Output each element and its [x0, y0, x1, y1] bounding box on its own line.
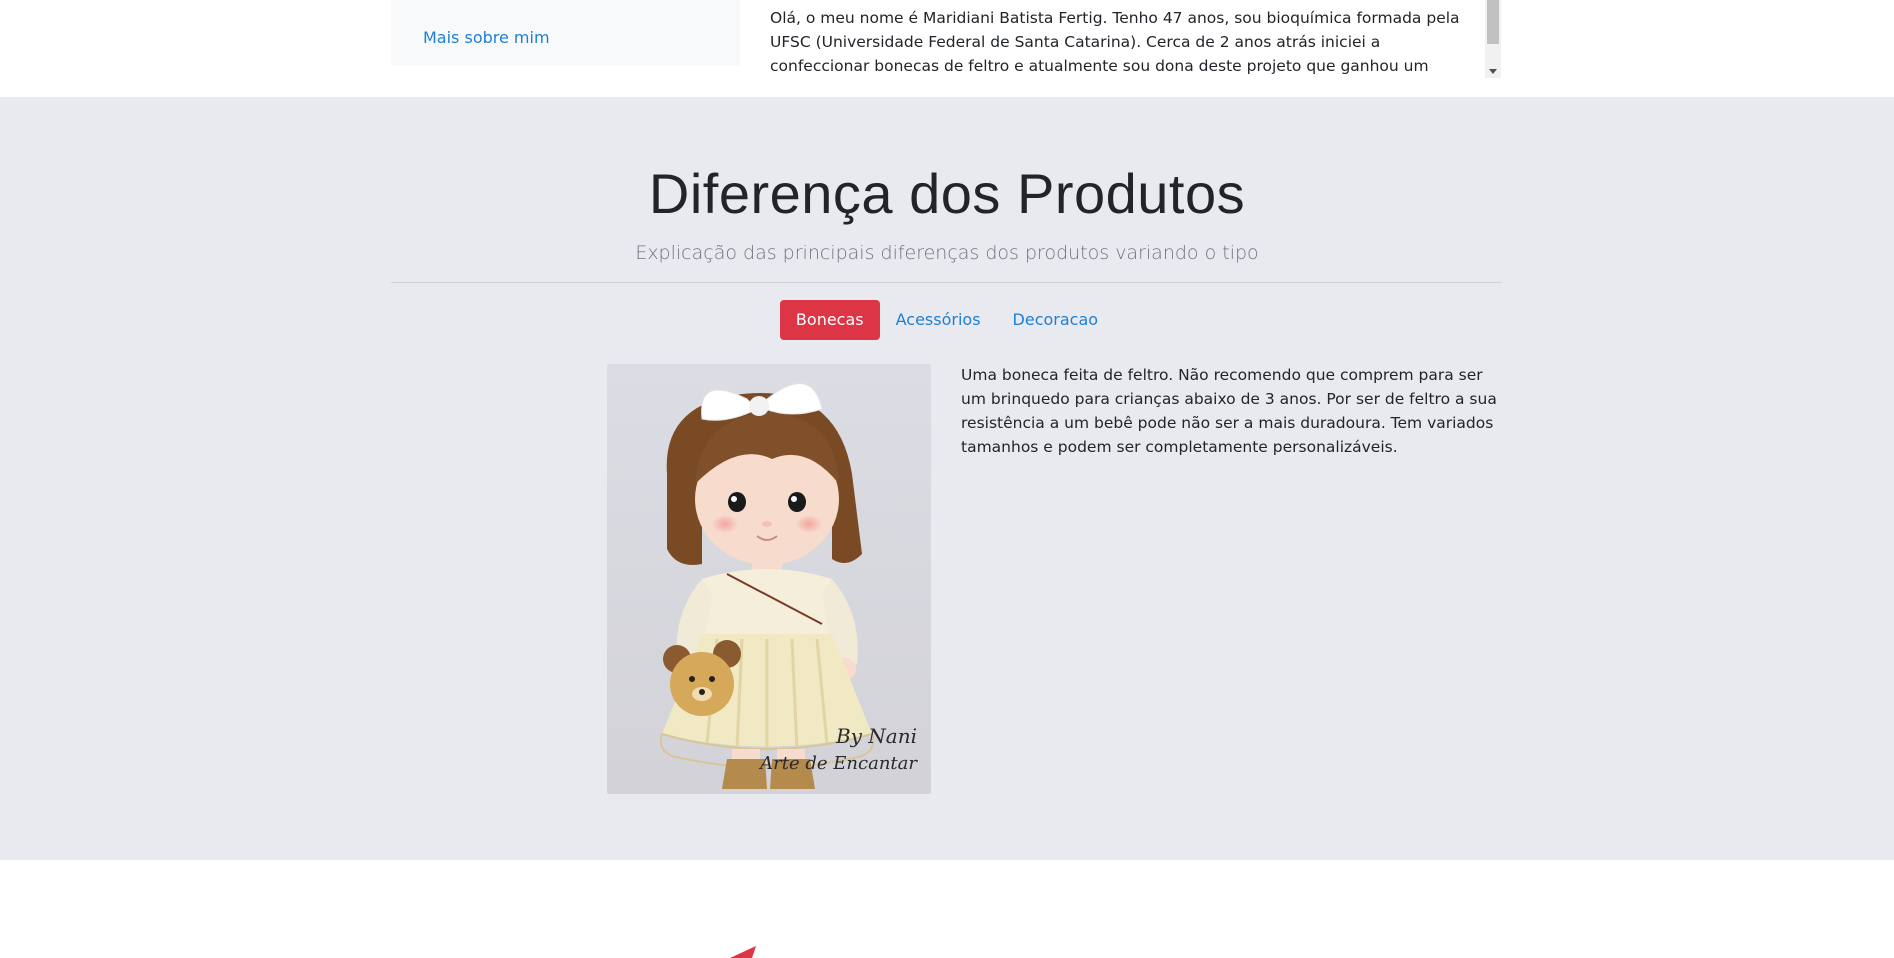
- tab-decoracao[interactable]: Decoracao: [997, 300, 1115, 340]
- products-title: Diferença dos Produtos: [648, 162, 1246, 225]
- scroll-down-arrow-icon[interactable]: [1489, 69, 1497, 74]
- about-scrollbar[interactable]: [1485, 0, 1501, 78]
- doll-image: By Nani Arte de Encantar: [607, 364, 931, 794]
- products-section: Diferença dos Produtos Explicação das pr…: [0, 97, 1894, 860]
- about-text: Olá, o meu nome é Maridiani Batista Fert…: [770, 9, 1460, 75]
- products-subtitle: Explicação das principais diferenças dos…: [635, 242, 1259, 264]
- product-description: Uma boneca feita de feltro. Não recomend…: [961, 366, 1497, 456]
- about-section: Mais sobre mim Olá, o meu nome é Maridia…: [0, 0, 1894, 97]
- tab-bonecas[interactable]: Bonecas: [779, 300, 880, 340]
- image-watermark: By Nani Arte de Encantar: [760, 722, 917, 778]
- scrollbar-thumb[interactable]: [1487, 0, 1499, 44]
- watermark-line-1: By Nani: [835, 724, 917, 748]
- watermark-line-2: Arte de Encantar: [760, 753, 917, 774]
- next-section: [0, 860, 1894, 958]
- section-divider: [391, 282, 1501, 283]
- more-about-me-link[interactable]: Mais sobre mim: [423, 28, 550, 47]
- product-tabs: Bonecas Acessórios Decoracao: [0, 300, 1894, 340]
- about-sidebar: Mais sobre mim: [391, 0, 740, 66]
- partial-heading-glyph: [730, 946, 756, 958]
- tab-acessorios[interactable]: Acessórios: [880, 300, 997, 340]
